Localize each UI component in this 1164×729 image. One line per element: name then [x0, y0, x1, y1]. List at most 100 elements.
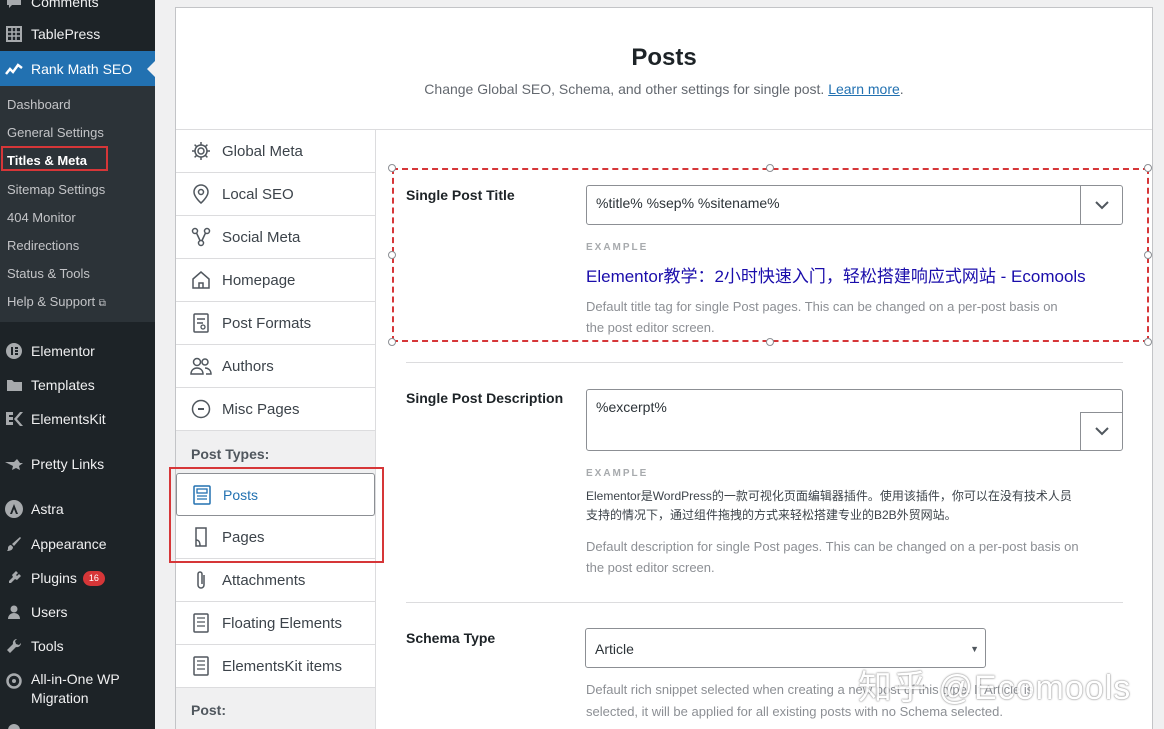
menu-item-plugins[interactable]: Plugins 16 — [0, 567, 155, 589]
menu-label: TablePress — [31, 26, 101, 42]
resize-handle[interactable] — [1144, 251, 1152, 259]
single-post-description-input[interactable]: %excerpt% — [586, 389, 1123, 451]
resize-handle[interactable] — [1144, 338, 1152, 346]
preview-line-2: 支持的情况下，通过组件拖拽的方式来轻松搭建专业的B2B外贸网站。 — [586, 508, 957, 522]
menu-item-tablepress[interactable]: TablePress — [0, 22, 155, 46]
menu-label: Users — [31, 604, 68, 620]
document-icon — [190, 612, 212, 634]
location-pin-icon — [190, 183, 212, 205]
rank-math-submenu: Dashboard General Settings Titles & Meta… — [0, 86, 155, 322]
highlight-box-post-types — [169, 467, 384, 563]
menu-item-elementor[interactable]: Elementor — [0, 340, 155, 362]
tab-elementskit-items[interactable]: ElementsKit items — [176, 645, 375, 688]
submenu-help-support[interactable]: Help & Support ⧉ — [7, 294, 106, 309]
resize-handle[interactable] — [766, 338, 774, 346]
menu-label-line1: All-in-One WP — [31, 671, 120, 687]
page-header: Posts Change Global SEO, Schema, and oth… — [176, 8, 1152, 130]
elementskit-icon — [3, 409, 25, 429]
group-heading-post-types: Post Types: — [191, 446, 270, 462]
submenu-404-monitor[interactable]: 404 Monitor — [7, 210, 76, 225]
submenu-label: Help & Support — [7, 294, 96, 309]
plugin-icon — [3, 568, 25, 588]
users-icon — [190, 355, 212, 377]
label-schema-type: Schema Type — [406, 630, 496, 646]
example-label: EXAMPLE — [586, 468, 649, 479]
tab-authors[interactable]: Authors — [176, 345, 375, 388]
plugins-update-badge: 16 — [82, 570, 105, 586]
document-icon — [190, 655, 212, 677]
menu-label: Astra — [31, 501, 64, 517]
menu-item-astra[interactable]: Astra — [0, 498, 155, 520]
select-value: Article — [595, 641, 634, 657]
subtitle-period: . — [899, 81, 904, 97]
resize-handle[interactable] — [388, 164, 396, 172]
rank-math-icon — [3, 59, 25, 79]
variables-dropdown-button[interactable] — [1080, 412, 1122, 450]
tab-homepage[interactable]: Homepage — [176, 259, 375, 302]
tab-label: Global Meta — [222, 142, 303, 160]
submenu-general-settings[interactable]: General Settings — [7, 125, 104, 140]
post-format-icon — [190, 312, 212, 334]
tab-label: Post Formats — [222, 314, 312, 332]
home-icon — [190, 269, 212, 291]
comments-icon — [3, 0, 25, 12]
menu-item-elementskit[interactable]: ElementsKit — [0, 408, 155, 430]
resize-handle[interactable] — [388, 251, 396, 259]
description-preview: Elementor是WordPress的一款可视化页面编辑器插件。使用该插件，你… — [586, 487, 1072, 525]
menu-label: Tools — [31, 638, 64, 654]
menu-item-more[interactable] — [0, 720, 155, 729]
input-value: %excerpt% — [596, 399, 667, 415]
table-icon — [3, 24, 25, 44]
menu-item-templates[interactable]: Templates — [0, 374, 155, 396]
menu-label-line2: Migration — [31, 690, 89, 706]
settings-tabs: Global Meta Local SEO Social Meta Homepa… — [176, 130, 376, 729]
tab-misc-pages[interactable]: Misc Pages — [176, 388, 375, 431]
menu-label: Appearance — [31, 536, 107, 552]
settings-card: Posts Change Global SEO, Schema, and oth… — [175, 7, 1153, 729]
chevron-down-icon — [1094, 427, 1109, 436]
astra-icon — [3, 499, 25, 519]
tab-attachments[interactable]: Attachments — [176, 559, 375, 602]
migration-icon — [3, 671, 25, 691]
admin-sidebar: Comments TablePress Rank Math SEO Dashbo… — [0, 0, 155, 729]
menu-item-tools[interactable]: Tools — [0, 635, 155, 657]
tab-local-seo[interactable]: Local SEO — [176, 173, 375, 216]
divider — [406, 362, 1123, 363]
menu-label: Plugins — [31, 570, 77, 586]
page-subtitle: Change Global SEO, Schema, and other set… — [176, 81, 1152, 97]
submenu-sitemap-settings[interactable]: Sitemap Settings — [7, 182, 105, 197]
tab-social-meta[interactable]: Social Meta — [176, 216, 375, 259]
menu-label: Templates — [31, 377, 95, 393]
paperclip-icon — [190, 569, 212, 591]
resize-handle[interactable] — [766, 164, 774, 172]
external-link-icon: ⧉ — [98, 298, 106, 309]
menu-item-appearance[interactable]: Appearance — [0, 533, 155, 555]
submenu-status-tools[interactable]: Status & Tools — [7, 266, 90, 281]
tab-post-formats[interactable]: Post Formats — [176, 302, 375, 345]
share-icon — [190, 226, 212, 248]
submenu-redirections[interactable]: Redirections — [7, 238, 79, 253]
tab-label: Homepage — [222, 271, 296, 289]
divider — [406, 602, 1123, 603]
user-icon — [3, 602, 25, 622]
tab-global-meta[interactable]: Global Meta — [176, 130, 375, 173]
menu-label: All-in-One WP Migration — [31, 670, 120, 708]
tab-label: Local SEO — [222, 185, 294, 203]
settings-icon — [3, 720, 25, 729]
resize-handle[interactable] — [1144, 164, 1152, 172]
menu-label: Elementor — [31, 343, 95, 359]
menu-item-users[interactable]: Users — [0, 601, 155, 623]
learn-more-link[interactable]: Learn more — [828, 81, 900, 97]
menu-item-pretty-links[interactable]: Pretty Links — [0, 453, 155, 475]
misc-icon — [190, 398, 212, 420]
menu-item-all-in-one-migration[interactable]: All-in-One WP Migration — [0, 670, 155, 710]
menu-item-rank-math[interactable]: Rank Math SEO — [0, 51, 155, 86]
submenu-dashboard[interactable]: Dashboard — [7, 97, 71, 112]
tab-floating-elements[interactable]: Floating Elements — [176, 602, 375, 645]
resize-handle[interactable] — [388, 338, 396, 346]
tab-label: Social Meta — [222, 228, 301, 246]
menu-label: Comments — [31, 0, 99, 10]
menu-item-comments[interactable]: Comments — [0, 0, 155, 12]
selection-outline — [392, 168, 1149, 342]
preview-line-1: Elementor是WordPress的一款可视化页面编辑器插件。使用该插件，你… — [586, 489, 1072, 503]
